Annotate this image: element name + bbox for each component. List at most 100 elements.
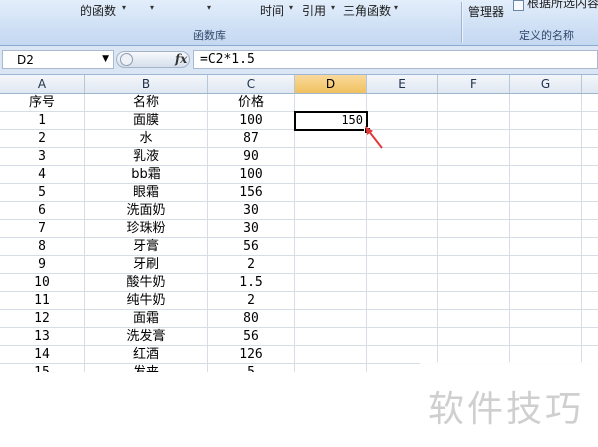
create-from-selection-button[interactable]: 根据所选内容 (527, 0, 598, 11)
column-header-f[interactable]: F (438, 75, 510, 93)
cell-a[interactable]: 3 (0, 148, 84, 166)
expand-handle-icon[interactable] (120, 53, 133, 66)
insert-function-button[interactable]: fx (175, 52, 187, 66)
column-header-a[interactable]: A (0, 75, 85, 93)
cell-b[interactable]: 酸牛奶 (85, 274, 207, 292)
cell-a[interactable]: 14 (0, 346, 84, 364)
table-row: 11 纯牛奶 2 (0, 292, 598, 310)
cell-b[interactable]: 名称 (85, 94, 207, 112)
formula-bar: D2 ▼ fx =C2*1.5 (0, 46, 598, 75)
cell-b[interactable]: 洗发膏 (85, 328, 207, 346)
cell-c[interactable]: 2 (208, 292, 294, 310)
column-header-b[interactable]: B (85, 75, 208, 93)
table-row: 4 bb霜 100 (0, 166, 598, 184)
cell-c[interactable]: 156 (208, 184, 294, 202)
cell-c[interactable]: 5 (208, 364, 294, 372)
cell-b[interactable]: 水 (85, 130, 207, 148)
column-header-d[interactable]: D (295, 75, 367, 93)
column-headers: A B C D E F G (0, 75, 598, 94)
cell-a[interactable]: 7 (0, 220, 84, 238)
cell-c[interactable]: 80 (208, 310, 294, 328)
more-functions-button[interactable]: 的函数 (80, 2, 116, 19)
chevron-down-icon[interactable]: ▾ (122, 3, 126, 12)
cell-b[interactable]: 牙刷 (85, 256, 207, 274)
formula-bar-controls: fx (116, 51, 190, 68)
cell-a[interactable]: 5 (0, 184, 84, 202)
column-header-g[interactable]: G (510, 75, 582, 93)
lookup-reference-button[interactable]: 引用 (302, 2, 326, 19)
cell-c[interactable]: 100 (208, 166, 294, 184)
cell-c[interactable]: 价格 (208, 94, 294, 112)
cell-b[interactable]: 发夹 (85, 364, 207, 372)
chevron-down-icon[interactable]: ▾ (394, 3, 398, 12)
cell-area[interactable]: 序号 名称 价格 1 面膜 100 2 水 87 3 乳液 90 4 bb霜 100 5 眼霜 156 6 洗面奶 30… (0, 94, 598, 372)
cell-a[interactable]: 序号 (0, 94, 84, 112)
watermark: 软件技巧 (420, 362, 598, 447)
chevron-down-icon[interactable]: ▾ (289, 3, 293, 12)
cell-a[interactable]: 8 (0, 238, 84, 256)
chevron-down-icon[interactable]: ▾ (331, 3, 335, 12)
function-library-group-label: 函数库 (193, 29, 226, 42)
cell-c[interactable]: 100 (208, 112, 294, 130)
ribbon: 的函数 ▾ ▾ ▾ 时间 ▾ 引用 ▾ 三角函数 ▾ 函数库 管理器 根据所选内… (0, 0, 598, 46)
cell-c[interactable]: 1.5 (208, 274, 294, 292)
cell-b[interactable]: 牙膏 (85, 238, 207, 256)
date-time-button[interactable]: 时间 (260, 2, 284, 19)
cell-a[interactable]: 12 (0, 310, 84, 328)
formula-text: =C2*1.5 (200, 52, 255, 67)
create-from-selection-icon (513, 0, 524, 11)
active-cell-value: 150 (341, 113, 363, 127)
table-row: 2 水 87 (0, 130, 598, 148)
formula-input[interactable]: =C2*1.5 (193, 50, 598, 69)
table-row: 5 眼霜 156 (0, 184, 598, 202)
table-row: 12 面霜 80 (0, 310, 598, 328)
cell-c[interactable]: 87 (208, 130, 294, 148)
cell-c[interactable]: 56 (208, 238, 294, 256)
cell-a[interactable]: 4 (0, 166, 84, 184)
chevron-down-icon[interactable]: ▾ (207, 3, 211, 12)
name-box[interactable]: D2 ▼ (2, 50, 114, 69)
cell-a[interactable]: 15 (0, 364, 84, 372)
spreadsheet-grid: A B C D E F G 序号 名称 价格 1 面膜 100 2 水 87 3 乳液 90 4 bb霜 1… (0, 75, 598, 447)
cell-b[interactable]: 洗面奶 (85, 202, 207, 220)
table-row: 6 洗面奶 30 (0, 202, 598, 220)
name-manager-button[interactable]: 管理器 (468, 3, 504, 20)
cell-c[interactable]: 30 (208, 202, 294, 220)
cell-a[interactable]: 10 (0, 274, 84, 292)
cell-b[interactable]: 乳液 (85, 148, 207, 166)
column-header-e[interactable]: E (367, 75, 438, 93)
cell-a[interactable]: 2 (0, 130, 84, 148)
name-box-value: D2 (17, 53, 34, 67)
chevron-down-icon[interactable]: ▾ (150, 3, 154, 12)
cell-c[interactable]: 126 (208, 346, 294, 364)
active-cell-d2[interactable]: 150 (294, 111, 368, 131)
cell-a[interactable]: 11 (0, 292, 84, 310)
math-trig-button[interactable]: 三角函数 (343, 2, 391, 19)
cell-a[interactable]: 9 (0, 256, 84, 274)
group-separator (461, 2, 462, 43)
cell-b[interactable]: 红酒 (85, 346, 207, 364)
chevron-down-icon[interactable]: ▼ (102, 54, 109, 64)
table-row: 13 洗发膏 56 (0, 328, 598, 346)
cell-c[interactable]: 90 (208, 148, 294, 166)
cell-b[interactable]: 珍珠粉 (85, 220, 207, 238)
cell-a[interactable]: 13 (0, 328, 84, 346)
cell-a[interactable]: 1 (0, 112, 84, 130)
table-row: 序号 名称 价格 (0, 94, 598, 112)
cell-b[interactable]: 面霜 (85, 310, 207, 328)
defined-names-group-label: 定义的名称 (519, 29, 574, 42)
cell-c[interactable]: 30 (208, 220, 294, 238)
cell-c[interactable]: 2 (208, 256, 294, 274)
table-row: 10 酸牛奶 1.5 (0, 274, 598, 292)
column-header-h[interactable] (582, 75, 598, 93)
cell-c[interactable]: 56 (208, 328, 294, 346)
cell-b[interactable]: bb霜 (85, 166, 207, 184)
watermark-text: 软件技巧 (428, 389, 585, 430)
table-row: 3 乳液 90 (0, 148, 598, 166)
cell-b[interactable]: 眼霜 (85, 184, 207, 202)
column-header-c[interactable]: C (208, 75, 295, 93)
cell-b[interactable]: 纯牛奶 (85, 292, 207, 310)
table-row: 7 珍珠粉 30 (0, 220, 598, 238)
cell-a[interactable]: 6 (0, 202, 84, 220)
cell-b[interactable]: 面膜 (85, 112, 207, 130)
